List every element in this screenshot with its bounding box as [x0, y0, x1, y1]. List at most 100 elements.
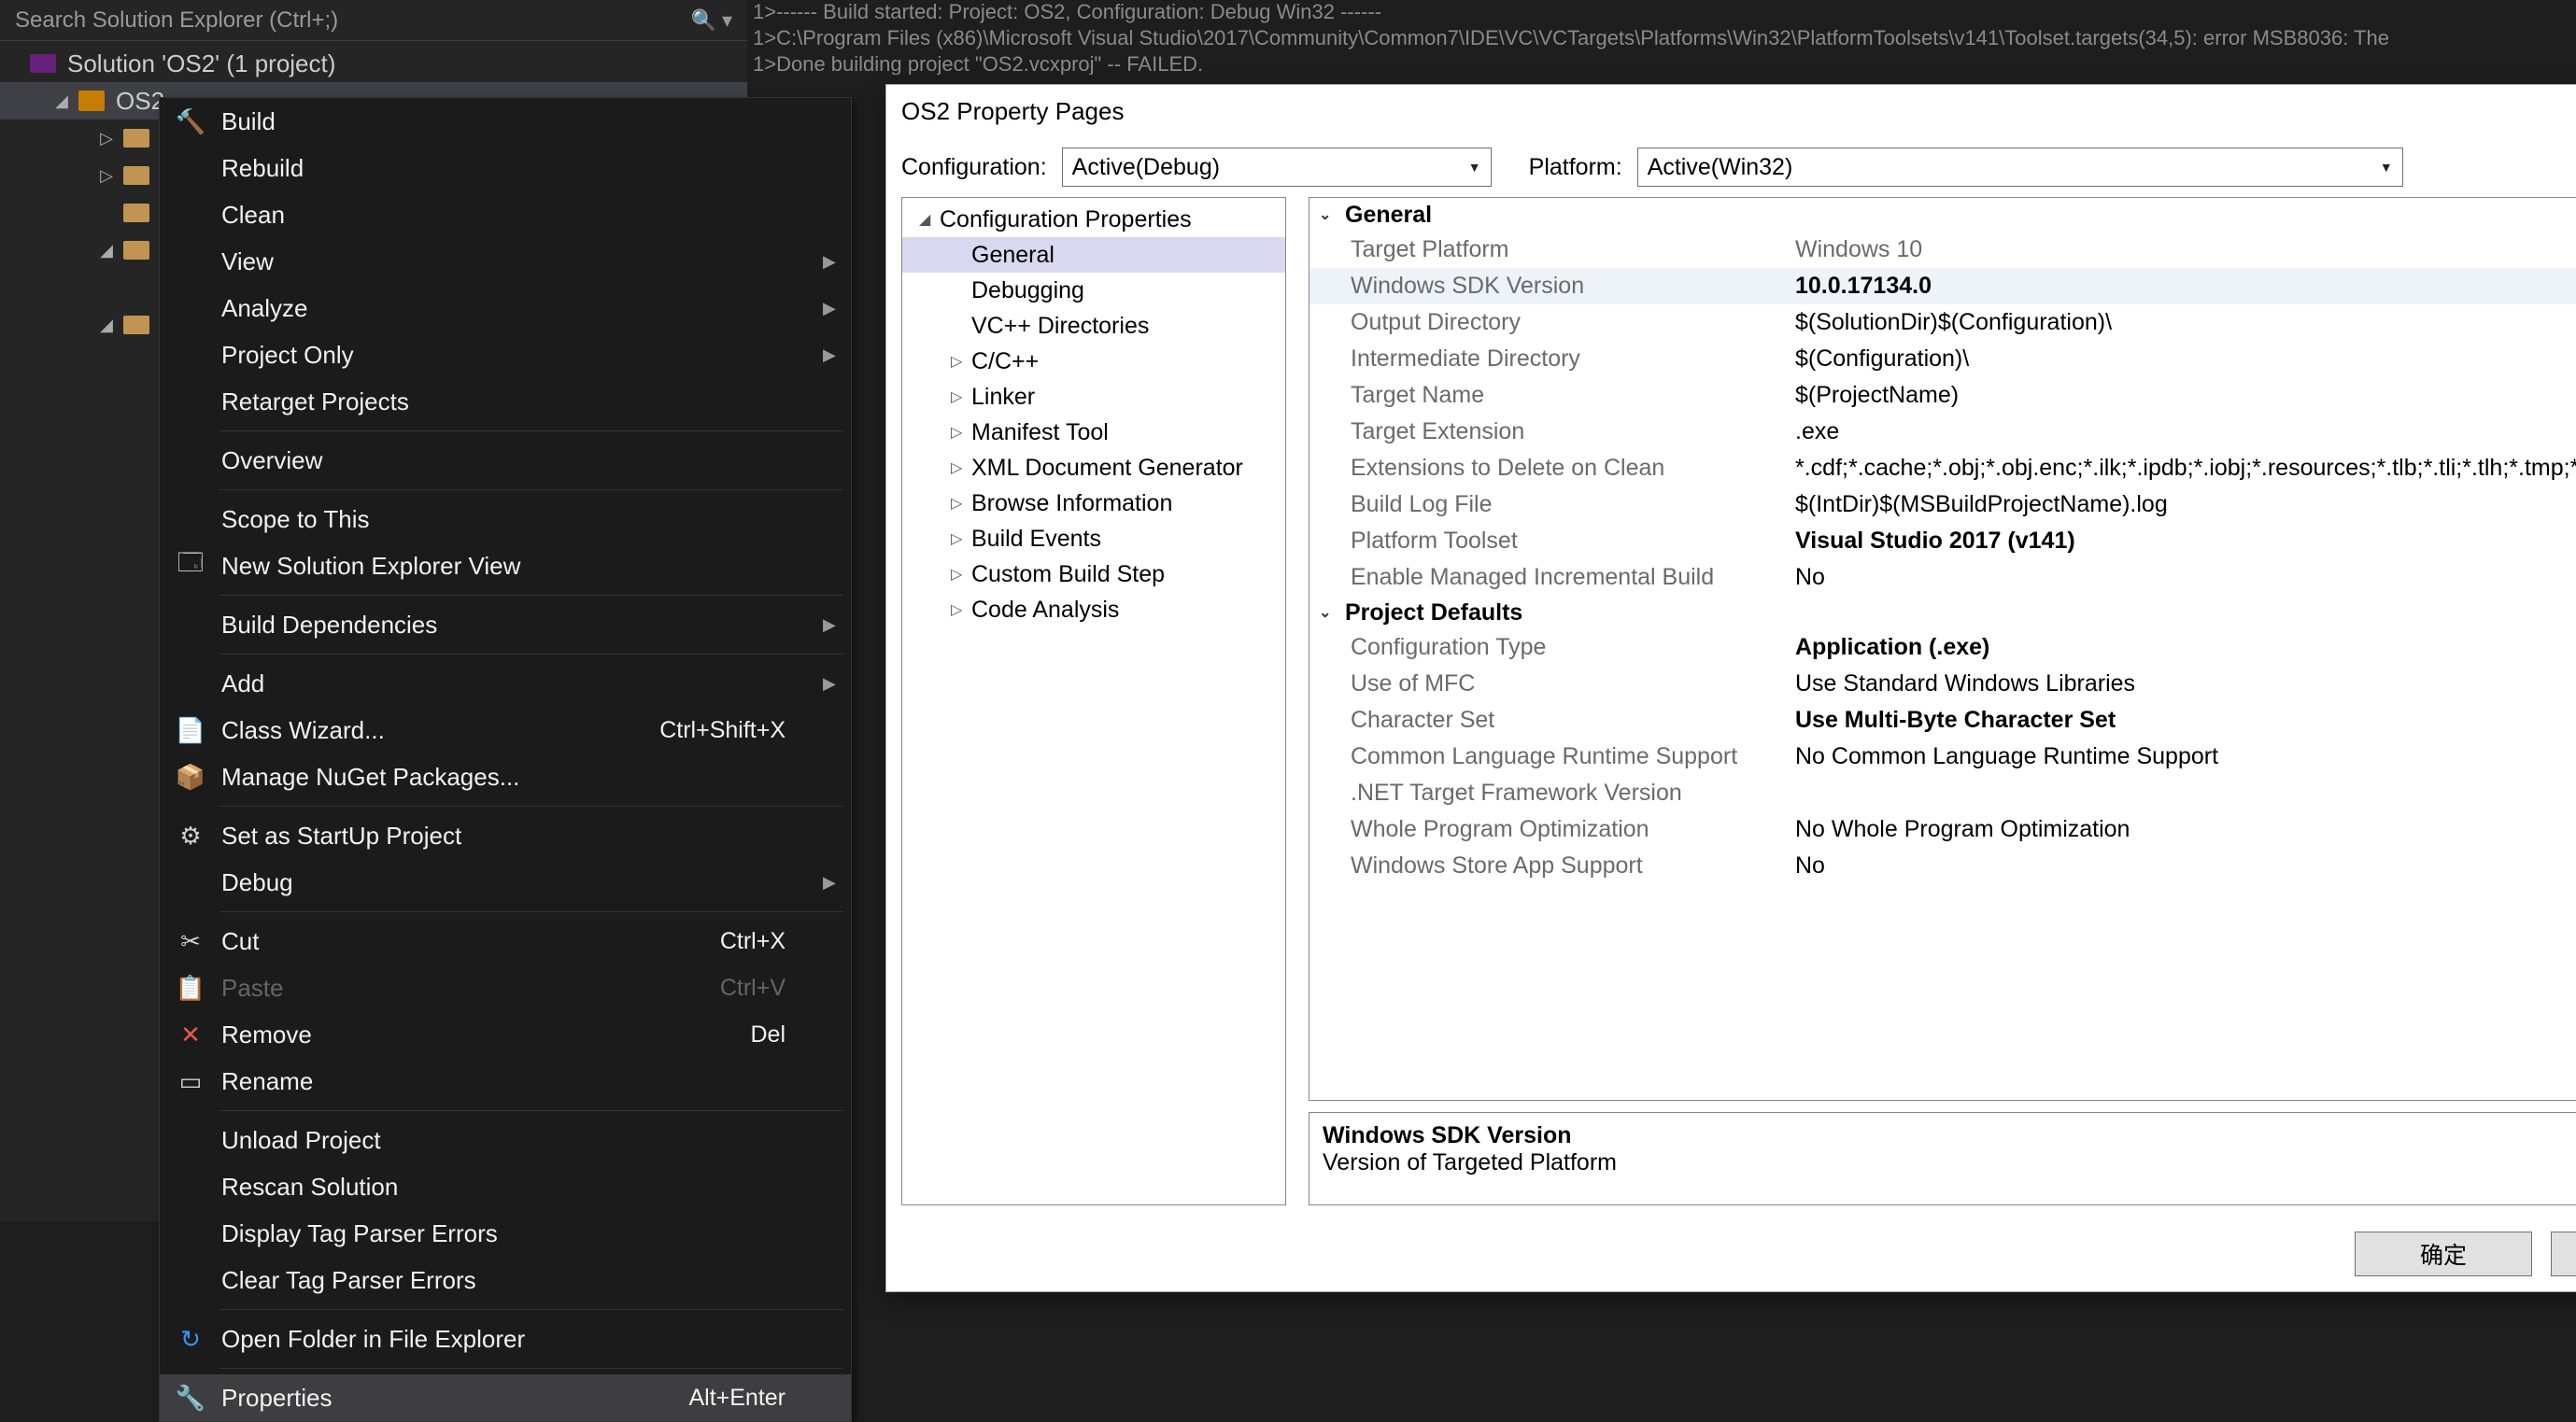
expand-icon: ▷ [951, 494, 971, 513]
menu-item-set-as-startup-project[interactable]: ⚙Set as StartUp Project [160, 812, 851, 859]
prop-row[interactable]: Use of MFCUse Standard Windows Libraries [1309, 666, 2576, 702]
menu-item-cut[interactable]: ✂CutCtrl+X [160, 918, 851, 964]
platform-select[interactable]: Active(Win32) ▼ [1637, 148, 2403, 187]
menu-label: Properties [221, 1384, 688, 1413]
config-root[interactable]: ◢Configuration Properties [902, 202, 1285, 237]
menu-item-rescan-solution[interactable]: Rescan Solution [160, 1163, 851, 1210]
config-item-c-c-[interactable]: ▷C/C++ [902, 344, 1285, 379]
prop-row[interactable]: Windows SDK Version10.0.17134.0 [1309, 268, 2576, 304]
config-item-build-events[interactable]: ▷Build Events [902, 521, 1285, 556]
prop-row[interactable]: .NET Target Framework Version [1309, 775, 2576, 811]
menu-item-build-dependencies[interactable]: Build Dependencies▶ [160, 601, 851, 648]
menu-item-properties[interactable]: 🔧PropertiesAlt+Enter [160, 1374, 851, 1421]
prop-value: Application (.exe) [1795, 634, 2576, 661]
menu-item-overview[interactable]: Overview [160, 437, 851, 484]
prop-row[interactable]: Common Language Runtime SupportNo Common… [1309, 739, 2576, 775]
rename-icon: ▭ [160, 1067, 221, 1096]
prop-row[interactable]: Output Directory$(SolutionDir)$(Configur… [1309, 304, 2576, 341]
prop-row[interactable]: Target Extension.exe [1309, 414, 2576, 450]
prop-row[interactable]: Build Log File$(IntDir)$(MSBuildProjectN… [1309, 486, 2576, 523]
cancel-button[interactable]: 取消 [2551, 1232, 2576, 1276]
expand-icon[interactable]: ◢ [93, 241, 120, 260]
menu-item-build[interactable]: 🔨Build [160, 98, 851, 145]
menu-item-rename[interactable]: ▭Rename [160, 1058, 851, 1105]
prop-row[interactable]: Configuration TypeApplication (.exe) [1309, 629, 2576, 666]
prop-key: Windows Store App Support [1309, 852, 1795, 880]
menu-item-scope-to-this[interactable]: Scope to This [160, 496, 851, 542]
prop-key: Target Name [1309, 382, 1795, 409]
config-item-debugging[interactable]: Debugging [902, 273, 1285, 308]
prop-row[interactable]: Enable Managed Incremental BuildNo [1309, 559, 2576, 596]
config-item-label: General [971, 242, 1054, 269]
menu-label: Project Only [221, 341, 823, 370]
prop-value: Use Standard Windows Libraries [1795, 670, 2576, 697]
menu-item-retarget-projects[interactable]: Retarget Projects [160, 378, 851, 425]
output-line: 1>Done building project "OS2.vcxproj" --… [753, 52, 1203, 75]
config-item-vc-directories[interactable]: VC++ Directories [902, 308, 1285, 344]
prop-row[interactable]: Platform ToolsetVisual Studio 2017 (v141… [1309, 523, 2576, 559]
menu-item-paste: 📋PasteCtrl+V [160, 964, 851, 1011]
output-panel: 1>------ Build started: Project: OS2, Co… [747, 0, 2576, 75]
prop-row[interactable]: Whole Program OptimizationNo Whole Progr… [1309, 811, 2576, 848]
expand-icon: ▷ [951, 458, 971, 477]
prop-row[interactable]: Extensions to Delete on Clean*.cdf;*.cac… [1309, 450, 2576, 486]
separator [219, 1309, 843, 1310]
dialog-titlebar: OS2 Property Pages ? ✕ [886, 85, 2576, 137]
menu-label: Debug [221, 868, 823, 897]
config-item-browse-information[interactable]: ▷Browse Information [902, 486, 1285, 521]
expand-icon[interactable]: ▷ [93, 129, 120, 148]
expand-icon[interactable]: ◢ [93, 316, 120, 335]
dialog-toolbar: Configuration: Active(Debug) ▼ Platform:… [886, 137, 2576, 197]
menu-item-unload-project[interactable]: Unload Project [160, 1117, 851, 1163]
prop-key: Platform Toolset [1309, 528, 1795, 555]
configuration-select[interactable]: Active(Debug) ▼ [1062, 148, 1492, 187]
menu-item-debug[interactable]: Debug▶ [160, 859, 851, 906]
menu-item-clear-tag-parser-errors[interactable]: Clear Tag Parser Errors [160, 1257, 851, 1303]
search-icon[interactable]: 🔍 ▾ [690, 8, 732, 33]
menu-item-remove[interactable]: ✕RemoveDel [160, 1011, 851, 1058]
section-general[interactable]: ⌄General [1309, 198, 2576, 232]
config-item-linker[interactable]: ▷Linker [902, 379, 1285, 415]
prop-key: Common Language Runtime Support [1309, 743, 1795, 770]
prop-key: Use of MFC [1309, 670, 1795, 697]
menu-item-new-solution-explorer-view[interactable]: 🗔New Solution Explorer View [160, 542, 851, 589]
config-item-manifest-tool[interactable]: ▷Manifest Tool [902, 415, 1285, 450]
menu-item-add[interactable]: Add▶ [160, 660, 851, 707]
menu-shortcut: Ctrl+Shift+X [659, 717, 823, 744]
prop-row[interactable]: Target Name$(ProjectName) [1309, 377, 2576, 414]
menu-label: Set as StartUp Project [221, 822, 823, 851]
menu-item-view[interactable]: View▶ [160, 238, 851, 285]
expand-icon: ◢ [919, 210, 940, 229]
prop-row[interactable]: Character SetUse Multi-Byte Character Se… [1309, 702, 2576, 739]
section-project-defaults[interactable]: ⌄Project Defaults [1309, 596, 2576, 629]
menu-item-project-only[interactable]: Project Only▶ [160, 331, 851, 378]
menu-item-display-tag-parser-errors[interactable]: Display Tag Parser Errors [160, 1210, 851, 1257]
ok-button[interactable]: 确定 [2355, 1232, 2532, 1276]
menu-item-class-wizard[interactable]: 📄Class Wizard...Ctrl+Shift+X [160, 707, 851, 753]
expand-icon[interactable]: ▷ [93, 166, 120, 186]
menu-item-analyze[interactable]: Analyze▶ [160, 285, 851, 331]
nuget-icon: 📦 [160, 763, 221, 792]
scissors-icon: ✂ [160, 927, 221, 956]
expand-icon: ▷ [951, 600, 971, 619]
config-item-xml-document-generator[interactable]: ▷XML Document Generator [902, 450, 1285, 486]
menu-item-rebuild[interactable]: Rebuild [160, 145, 851, 191]
solution-node[interactable]: Solution 'OS2' (1 project) [0, 45, 747, 82]
menu-item-clean[interactable]: Clean [160, 191, 851, 238]
config-item-general[interactable]: General [902, 237, 1285, 273]
separator [219, 595, 843, 596]
menu-item-manage-nuget-packages[interactable]: 📦Manage NuGet Packages... [160, 753, 851, 800]
search-box[interactable]: Search Solution Explorer (Ctrl+;) 🔍 ▾ [0, 0, 747, 41]
config-item-label: Manifest Tool [971, 419, 1109, 446]
prop-row[interactable]: Target PlatformWindows 10 [1309, 232, 2576, 268]
config-item-custom-build-step[interactable]: ▷Custom Build Step [902, 556, 1285, 592]
chevron-right-icon: ▶ [823, 674, 851, 694]
hammer-icon: 🔨 [160, 107, 221, 136]
prop-row[interactable]: Intermediate Directory$(Configuration)\ [1309, 341, 2576, 377]
context-menu: 🔨BuildRebuildCleanView▶Analyze▶Project O… [159, 97, 852, 1422]
prop-row[interactable]: Windows Store App SupportNo [1309, 848, 2576, 884]
menu-item-open-folder-in-file-explorer[interactable]: ↻Open Folder in File Explorer [160, 1316, 851, 1362]
expand-icon[interactable]: ◢ [49, 92, 75, 111]
prop-key: Character Set [1309, 707, 1795, 734]
config-item-code-analysis[interactable]: ▷Code Analysis [902, 592, 1285, 627]
